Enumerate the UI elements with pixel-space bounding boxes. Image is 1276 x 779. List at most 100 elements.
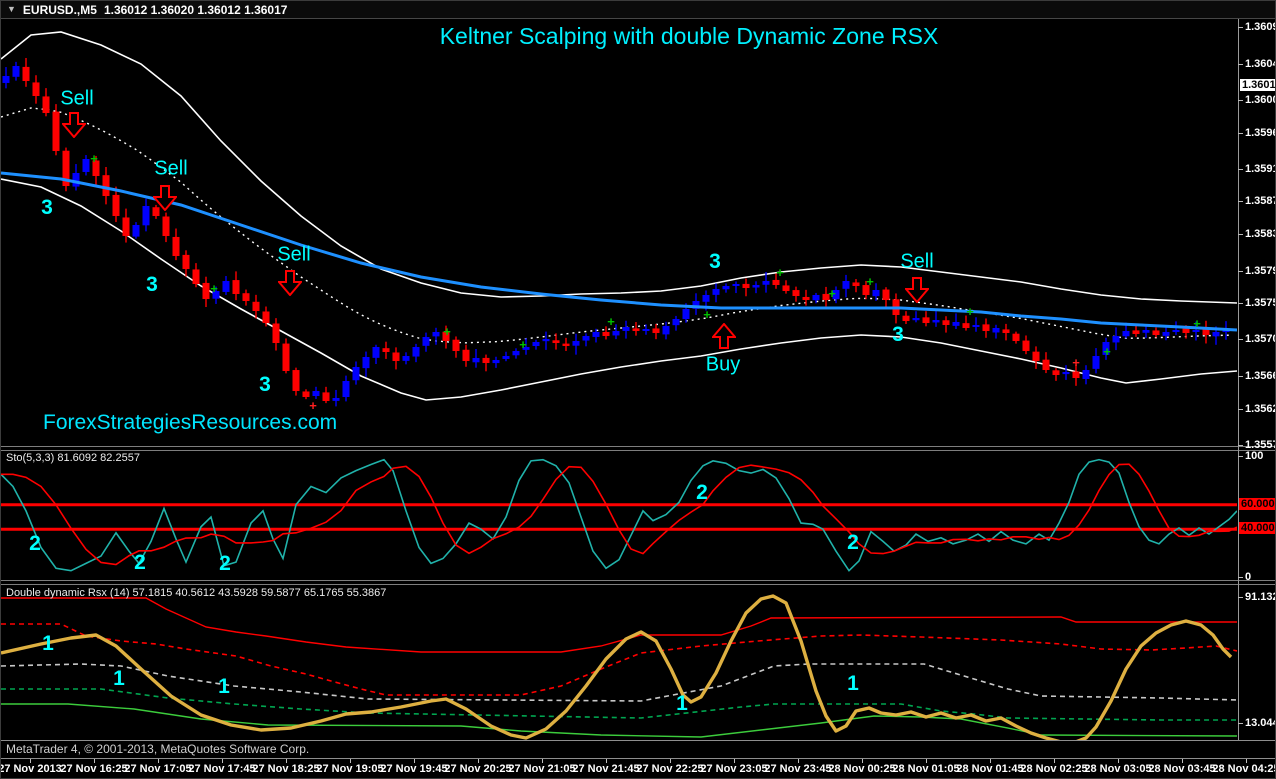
candle-body bbox=[602, 332, 610, 336]
candle-body bbox=[262, 311, 270, 323]
rsx-axis-top: 91.132 bbox=[1238, 591, 1275, 603]
candle-body bbox=[732, 284, 740, 286]
time-label: 27 Nov 2013 bbox=[0, 763, 62, 775]
plus-marker-icon: + bbox=[703, 307, 711, 322]
candle-body bbox=[392, 352, 400, 361]
candle-body bbox=[72, 173, 80, 187]
candle-body bbox=[842, 281, 850, 289]
pane-splitter[interactable] bbox=[1, 580, 1275, 585]
candle-body bbox=[142, 206, 150, 226]
candle-body bbox=[152, 207, 160, 216]
symbol-ohlc: 1.36012 1.36020 1.36012 1.36017 bbox=[103, 2, 288, 17]
candle-body bbox=[752, 285, 760, 288]
chevron-down-icon[interactable]: ▼ bbox=[7, 5, 16, 14]
price-axis-label: 1.35750 bbox=[1238, 297, 1275, 309]
candle-body bbox=[42, 96, 50, 113]
time-label: 27 Nov 23:45 bbox=[764, 763, 832, 775]
candle-body bbox=[342, 381, 350, 398]
candle-body bbox=[232, 280, 240, 294]
candle-body bbox=[222, 281, 230, 292]
price-axis-label: 1.36090 bbox=[1238, 21, 1275, 33]
candle-body bbox=[912, 318, 920, 321]
candle-body bbox=[1022, 340, 1030, 351]
candle-body bbox=[182, 254, 190, 269]
candle-body bbox=[432, 332, 440, 337]
rsx-chart[interactable] bbox=[1, 586, 1237, 740]
candle-body bbox=[272, 323, 280, 343]
candle-body bbox=[252, 301, 260, 311]
time-label: 27 Nov 16:25 bbox=[60, 763, 128, 775]
sto-signal-line bbox=[1, 463, 1237, 566]
time-label: 27 Nov 17:45 bbox=[188, 763, 256, 775]
candle-body bbox=[452, 339, 460, 351]
rsx-middle-dashed-line bbox=[1, 663, 1237, 702]
symbol-bar[interactable]: ▼ EURUSD.,M5 1.36012 1.36020 1.36012 1.3… bbox=[1, 1, 1275, 19]
rsx-upper-dashed-line bbox=[1, 623, 1237, 696]
time-label: 28 Nov 04:25 bbox=[1212, 763, 1276, 775]
candle-body bbox=[872, 290, 880, 297]
time-label: 28 Nov 02:25 bbox=[1020, 763, 1088, 775]
candle-body bbox=[482, 357, 490, 363]
candle-body bbox=[1012, 333, 1020, 341]
main-chart[interactable]: +++++ +++++++++ bbox=[1, 19, 1237, 447]
candle-body bbox=[562, 343, 570, 346]
price-axis-label: 1.35915 bbox=[1238, 163, 1275, 175]
time-axis[interactable]: 27 Nov 2013 27 Nov 16:25 27 Nov 17:05 27 No… bbox=[0, 758, 1276, 778]
candle-body bbox=[1052, 370, 1060, 375]
stochastic-chart[interactable] bbox=[1, 451, 1237, 581]
candle-body bbox=[572, 341, 580, 346]
plus-marker-icon: + bbox=[866, 274, 874, 289]
copyright: MetaTrader 4, © 2001-2013, MetaQuotes So… bbox=[6, 742, 310, 756]
candle-body bbox=[672, 319, 680, 326]
candle-body bbox=[282, 343, 290, 371]
candle-body bbox=[762, 281, 770, 285]
time-label: 27 Nov 19:05 bbox=[316, 763, 384, 775]
keltner-lower-line bbox=[1, 178, 1237, 401]
candle-body bbox=[192, 269, 200, 284]
price-axis-label: 1.36000 bbox=[1238, 94, 1275, 106]
current-price-box: 1.36017 bbox=[1240, 79, 1275, 91]
candle-body bbox=[12, 66, 20, 77]
candle-body bbox=[1132, 330, 1140, 334]
plus-marker-icon: + bbox=[443, 324, 451, 339]
candle-body bbox=[532, 342, 540, 347]
candle-body bbox=[902, 315, 910, 321]
candle-body bbox=[812, 295, 820, 301]
rsx-lower-band-line bbox=[1, 703, 1237, 738]
candle-body bbox=[662, 326, 670, 335]
candle-body bbox=[102, 175, 110, 196]
candle-body bbox=[472, 358, 480, 363]
sto-pane-label: Sto(5,3,3) 81.6092 82.2557 bbox=[6, 452, 140, 464]
plus-marker-icon: + bbox=[210, 281, 218, 296]
candle-body bbox=[122, 217, 130, 236]
plus-marker-icon: + bbox=[1193, 316, 1201, 331]
candle-body bbox=[1062, 372, 1070, 375]
level-label: 60.00000 bbox=[1239, 497, 1275, 510]
candle-body bbox=[352, 367, 360, 381]
candle-body bbox=[1202, 329, 1210, 335]
candle-body bbox=[782, 285, 790, 291]
candle-body bbox=[592, 332, 600, 337]
price-axis-label: 1.35960 bbox=[1238, 127, 1275, 139]
time-label: 28 Nov 00:25 bbox=[828, 763, 896, 775]
candle-body bbox=[1072, 371, 1080, 378]
candle-body bbox=[422, 337, 430, 346]
time-label: 28 Nov 03:05 bbox=[1084, 763, 1152, 775]
candle-body bbox=[172, 236, 180, 256]
plus-marker-icon: + bbox=[776, 265, 784, 280]
time-label: 27 Nov 17:05 bbox=[124, 763, 192, 775]
plus-marker-icon: + bbox=[519, 337, 527, 352]
axis-separator bbox=[1238, 19, 1239, 740]
candle-body bbox=[962, 323, 970, 328]
mt4-chart-window: ▼ EURUSD.,M5 1.36012 1.36020 1.36012 1.3… bbox=[0, 0, 1276, 779]
candle-body bbox=[132, 225, 140, 237]
price-axis-label: 1.35660 bbox=[1238, 370, 1275, 382]
candle-body bbox=[1002, 329, 1010, 333]
candle-body bbox=[982, 324, 990, 331]
candle-body bbox=[402, 356, 410, 361]
candle-body bbox=[372, 347, 380, 358]
candle-body bbox=[772, 279, 780, 285]
candle-body bbox=[1172, 330, 1180, 332]
candle-body bbox=[852, 282, 860, 286]
candle-body bbox=[1122, 331, 1130, 337]
